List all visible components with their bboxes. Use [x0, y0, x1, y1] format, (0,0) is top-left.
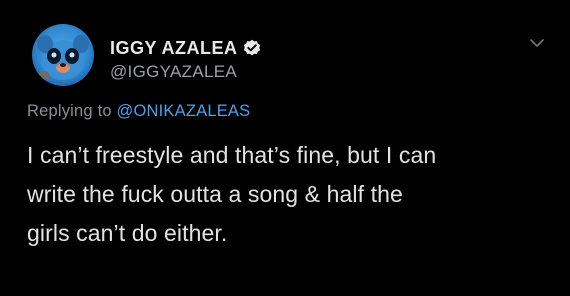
- reply-target-link[interactable]: @ONIKAZALEAS: [117, 102, 251, 120]
- replying-to-prefix: Replying to: [27, 102, 112, 120]
- author-display-name[interactable]: IGGY AZALEA: [110, 38, 238, 59]
- verified-badge-icon: [243, 39, 261, 57]
- avatar-icon: [32, 24, 94, 86]
- avatar[interactable]: [32, 24, 94, 86]
- tweet-text: I can’t freestyle and that’s fine, but I…: [27, 136, 557, 253]
- tweet-text-line: I can’t freestyle and that’s fine, but I…: [27, 142, 437, 168]
- tweet-card: IGGY AZALEA @IGGYAZALEA Replying to @ONI…: [0, 0, 570, 296]
- author-name-row[interactable]: IGGY AZALEA: [110, 37, 261, 59]
- author-handle[interactable]: @IGGYAZALEA: [110, 62, 237, 82]
- replying-to-line: Replying to @ONIKAZALEAS: [27, 102, 250, 121]
- tweet-text-line: girls can’t do either.: [27, 220, 228, 246]
- tweet-text-line: write the fuck outta a song & half the: [27, 181, 403, 207]
- chevron-down-icon[interactable]: [528, 36, 546, 50]
